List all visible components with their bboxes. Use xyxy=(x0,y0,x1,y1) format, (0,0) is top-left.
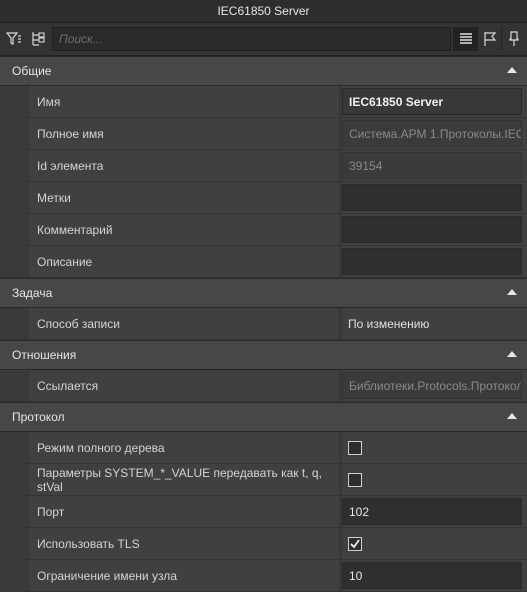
system-value-checkbox[interactable] xyxy=(348,472,362,487)
id-label: Id элемента xyxy=(37,158,104,173)
full-tree-label: Режим полного дерева xyxy=(37,440,165,455)
name-field[interactable]: IEC61850 Server xyxy=(342,88,522,115)
tags-field[interactable] xyxy=(342,184,522,211)
collapse-caret-icon[interactable] xyxy=(507,351,517,357)
tls-checkbox[interactable] xyxy=(348,536,362,551)
system-value-label: Параметры SYSTEM_*_VALUE передавать как … xyxy=(37,465,322,494)
property-row-tags: Метки xyxy=(0,182,527,214)
node-name-limit-label: Ограничение имени узла xyxy=(37,568,177,583)
tls-label: Использовать TLS xyxy=(37,536,140,551)
refs-label: Ссылается xyxy=(37,378,99,393)
checkmark-icon xyxy=(350,538,360,548)
fullname-label: Полное имя xyxy=(37,126,104,141)
search-input[interactable] xyxy=(52,27,451,51)
section-protocol-title: Протокол xyxy=(12,410,65,424)
write-mode-select[interactable]: По изменению xyxy=(342,308,527,339)
collapse-caret-icon[interactable] xyxy=(507,413,517,419)
comment-label: Комментарий xyxy=(37,222,113,237)
tree-icon[interactable] xyxy=(26,27,50,51)
property-row-fullname: Полное имя Система.АРМ 1.Протоколы.IEC61… xyxy=(0,118,527,150)
property-row-refs: Ссылается Библиотеки.Protocols.Протоколы… xyxy=(0,370,527,402)
section-relations[interactable]: Отношения xyxy=(0,340,527,370)
list-view-icon[interactable] xyxy=(453,27,477,51)
property-row-description: Описание xyxy=(0,246,527,278)
property-row-write-mode: Способ записи По изменению xyxy=(0,308,527,340)
description-field[interactable] xyxy=(342,248,522,275)
property-row-name: Имя IEC61850 Server xyxy=(0,86,527,118)
full-tree-checkbox[interactable] xyxy=(348,440,362,455)
collapse-caret-icon[interactable] xyxy=(507,67,517,73)
property-row-comment: Комментарий xyxy=(0,214,527,246)
description-label: Описание xyxy=(37,254,93,269)
property-row-node-name-limit: Ограничение имени узла 10 xyxy=(0,560,527,592)
property-row-port: Порт 102 xyxy=(0,496,527,528)
write-mode-label: Способ записи xyxy=(37,316,120,331)
fullname-field: Система.АРМ 1.Протоколы.IEC61850 Server xyxy=(342,120,522,147)
section-relations-title: Отношения xyxy=(12,348,77,362)
property-row-system-value: Параметры SYSTEM_*_VALUE передавать как … xyxy=(0,464,527,496)
section-protocol[interactable]: Протокол xyxy=(0,402,527,432)
id-field: 39154 xyxy=(342,152,522,179)
refs-field[interactable]: Библиотеки.Protocols.Протоколы.IEC61850 xyxy=(342,372,522,399)
section-task[interactable]: Задача xyxy=(0,278,527,308)
window-title: IEC61850 Server xyxy=(0,0,527,23)
toolbar xyxy=(0,23,527,56)
comment-field[interactable] xyxy=(342,216,522,243)
name-label: Имя xyxy=(37,94,61,109)
flag-icon[interactable] xyxy=(477,27,501,51)
collapse-caret-icon[interactable] xyxy=(507,289,517,295)
node-name-limit-field[interactable]: 10 xyxy=(342,562,522,589)
port-label: Порт xyxy=(37,504,65,519)
pin-icon[interactable] xyxy=(501,27,525,51)
tags-label: Метки xyxy=(37,190,71,205)
property-row-tls: Использовать TLS xyxy=(0,528,527,560)
section-general[interactable]: Общие xyxy=(0,56,527,86)
section-general-title: Общие xyxy=(12,64,52,78)
port-field[interactable]: 102 xyxy=(342,498,522,525)
property-row-full-tree: Режим полного дерева xyxy=(0,432,527,464)
property-row-id: Id элемента 39154 xyxy=(0,150,527,182)
section-task-title: Задача xyxy=(12,286,53,300)
filter-icon[interactable] xyxy=(2,27,26,51)
